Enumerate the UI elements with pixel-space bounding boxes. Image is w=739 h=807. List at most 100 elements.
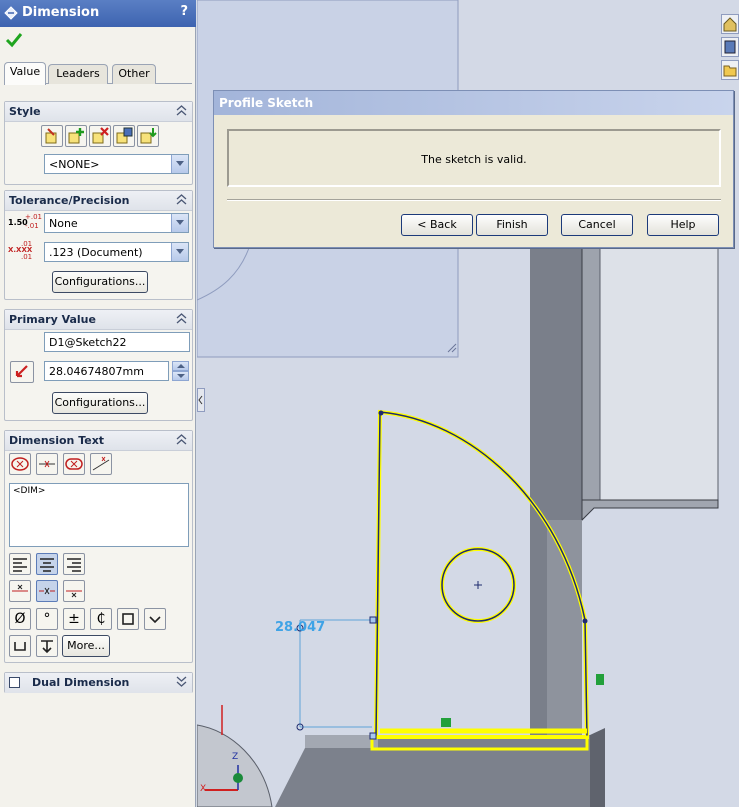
pm-title: Dimension (22, 5, 100, 20)
part-step-face (581, 499, 719, 522)
tolerance-type-icon: 1.50 +.01 -.01 (8, 213, 42, 230)
help-button[interactable]: Help (647, 214, 719, 236)
pm-title-bar: Dimension ? (0, 0, 196, 27)
part-top-face (599, 244, 719, 501)
triad-origin (233, 773, 243, 783)
square-symbol-icon[interactable] (117, 608, 139, 630)
dimension-icon (4, 6, 18, 20)
sketch-handle[interactable] (369, 616, 377, 624)
pm-tabs: Value Leaders Other (4, 62, 192, 85)
dimension-text-heading: Dimension Text (9, 434, 105, 447)
text-position-below-icon[interactable] (63, 580, 85, 602)
dimension-value-label[interactable]: 28.047 (275, 620, 325, 635)
style-apply-default-icon[interactable] (41, 125, 63, 147)
tolerance-heading: Tolerance/Precision (9, 194, 130, 207)
reverse-direction-icon[interactable] (10, 361, 34, 383)
triad-x-label: X (200, 784, 207, 794)
degree-symbol-button[interactable]: ° (36, 608, 58, 630)
finish-button[interactable]: Finish (476, 214, 548, 236)
text-position-above-icon[interactable] (9, 580, 31, 602)
style-save-icon[interactable] (113, 125, 135, 147)
parentheses-icon[interactable] (9, 453, 31, 475)
more-symbols-button[interactable]: More... (62, 635, 110, 657)
tab-value[interactable]: Value (4, 62, 46, 85)
collapse-icon[interactable] (176, 105, 187, 116)
dimension-value-field[interactable]: 28.04674807mm (44, 361, 169, 381)
depth-symbol-icon[interactable] (36, 635, 58, 657)
ok-check-icon[interactable] (5, 31, 23, 49)
text-position-inline-icon[interactable] (36, 580, 58, 602)
offset-text-icon[interactable] (90, 453, 112, 475)
style-delete-icon[interactable] (89, 125, 111, 147)
style-dropdown[interactable]: <NONE> (44, 154, 189, 174)
sketch-handle[interactable] (369, 732, 377, 740)
spin-up-icon[interactable] (172, 361, 189, 371)
vertical-relation-icon[interactable] (596, 674, 604, 685)
style-add-icon[interactable] (65, 125, 87, 147)
chevron-down-icon[interactable] (171, 214, 188, 232)
tolerance-configurations-button[interactable]: Configurations... (52, 271, 148, 293)
part-base-top (305, 735, 378, 748)
triad-z-label: Z (232, 752, 239, 762)
tolerance-group: Tolerance/Precision 1.50 +.01 -.01 None … (4, 190, 193, 300)
task-pane-home-icon[interactable] (721, 14, 739, 34)
cancel-button[interactable]: Cancel (561, 214, 633, 236)
style-load-icon[interactable] (137, 125, 159, 147)
primary-value-group: Primary Value D1@Sketch22 28.04674807mm … (4, 309, 193, 421)
panel-toggle-icon[interactable] (197, 388, 205, 412)
horizontal-relation-icon[interactable] (441, 718, 451, 727)
tab-leaders[interactable]: Leaders (48, 64, 108, 84)
collapse-icon[interactable] (176, 434, 187, 445)
sketch-point[interactable] (378, 410, 384, 416)
back-button[interactable]: < Back (401, 214, 473, 236)
primary-value-heading: Primary Value (9, 313, 96, 326)
dimension-text-group: Dimension Text <DIM> Ø ° ± ₵ More... (4, 430, 193, 663)
dual-dimension-label: Dual Dimension (32, 676, 130, 689)
circle-center-mark (474, 581, 482, 589)
collapse-icon[interactable] (176, 194, 187, 205)
center-dimension-icon[interactable] (36, 453, 58, 475)
dialog-title: Profile Sketch (214, 91, 733, 115)
chevron-down-icon[interactable] (171, 243, 188, 261)
style-heading: Style (9, 105, 41, 118)
align-right-icon[interactable] (63, 553, 85, 575)
inspection-dimension-icon[interactable] (63, 453, 85, 475)
dual-dimension-checkbox[interactable] (9, 677, 20, 688)
dialog-message: The sketch is valid. (421, 153, 527, 166)
align-left-icon[interactable] (9, 553, 31, 575)
primary-value-group-header[interactable]: Primary Value (5, 310, 192, 330)
task-pane-folder-icon[interactable] (721, 60, 739, 80)
chevron-down-icon[interactable] (144, 608, 166, 630)
dimension-extension-lines (299, 619, 372, 728)
counterbore-symbol-icon[interactable] (9, 635, 31, 657)
task-pane-resources-icon[interactable] (721, 37, 739, 57)
style-group-header[interactable]: Style (5, 102, 192, 122)
profile-sketch-dialog: Profile Sketch The sketch is valid. < Ba… (213, 90, 734, 248)
expand-icon[interactable] (176, 676, 187, 687)
help-icon[interactable]: ? (180, 4, 188, 19)
primary-configurations-button[interactable]: Configurations... (52, 392, 148, 414)
tab-other[interactable]: Other (112, 64, 156, 84)
dimension-text-group-header[interactable]: Dimension Text (5, 431, 192, 451)
dimension-name-field[interactable]: D1@Sketch22 (44, 332, 190, 352)
dual-dimension-group: Dual Dimension (4, 672, 193, 693)
dual-dimension-header[interactable]: Dual Dimension (5, 673, 192, 693)
diameter-symbol-button[interactable]: Ø (9, 608, 31, 630)
sketch-point[interactable] (582, 618, 588, 624)
centerline-symbol-button[interactable]: ₵ (90, 608, 112, 630)
tolerance-type-dropdown[interactable]: None (44, 213, 189, 233)
precision-dropdown[interactable]: .123 (Document) (44, 242, 189, 262)
collapse-icon[interactable] (176, 313, 187, 324)
plus-minus-symbol-button[interactable]: ± (63, 608, 85, 630)
value-spinner[interactable] (172, 361, 189, 381)
part-wall-edge (581, 239, 601, 522)
chevron-down-icon[interactable] (171, 155, 188, 173)
align-center-icon[interactable] (36, 553, 58, 575)
dialog-message-box: The sketch is valid. (227, 129, 721, 187)
part-disc (197, 724, 273, 807)
tolerance-group-header[interactable]: Tolerance/Precision (5, 191, 192, 211)
dimension-text-area[interactable]: <DIM> (9, 483, 189, 547)
spin-down-icon[interactable] (172, 371, 189, 381)
dialog-separator (227, 199, 721, 201)
part-base-side (590, 728, 605, 807)
